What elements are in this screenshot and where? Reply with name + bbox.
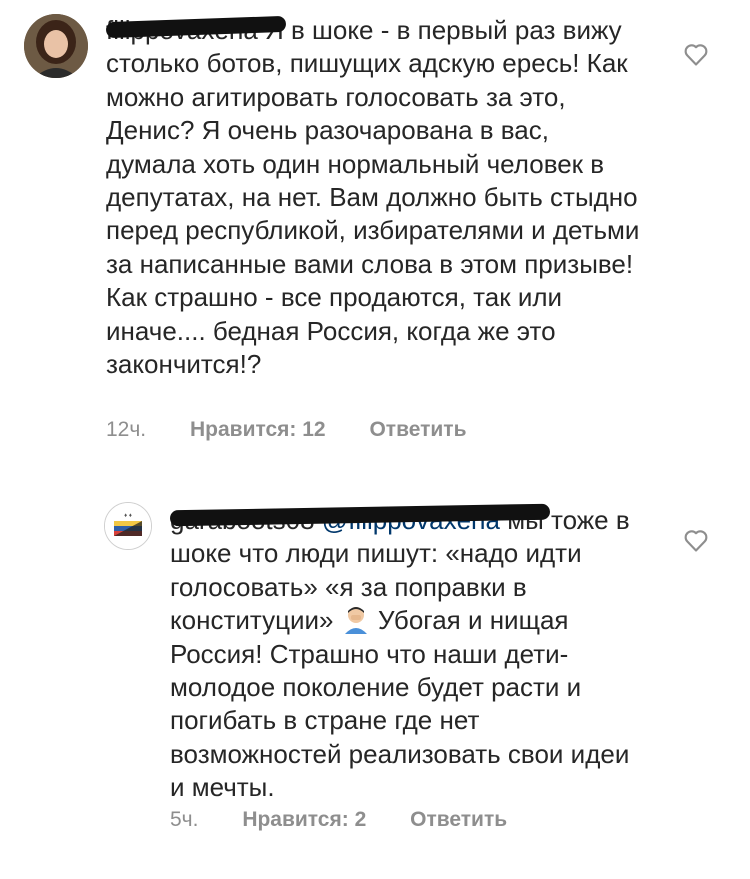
likes-count[interactable]: Нравится: 2 <box>242 808 366 831</box>
comment-body: garaboots08 @filippovaxena мы тоже в шок… <box>169 503 650 805</box>
username[interactable]: filippovaxena <box>105 15 287 45</box>
timestamp: 12ч. <box>106 418 147 441</box>
reply-button[interactable]: Ответить <box>410 808 507 831</box>
username[interactable]: garaboots08 <box>169 503 551 535</box>
timestamp: 5ч. <box>170 808 199 831</box>
heart-outline-icon[interactable] <box>682 40 710 68</box>
comment-text: Я в шоке - в первый раз вижу столько бот… <box>106 15 640 380</box>
heart-outline-icon[interactable] <box>682 526 710 554</box>
man-facepalming-emoji <box>344 607 367 635</box>
comment-body: filippovaxena Я в шоке - в первый раз ви… <box>105 14 641 381</box>
avatar[interactable] <box>24 14 88 78</box>
comment-meta: 5ч. Нравится: 2 Ответить <box>170 808 545 832</box>
comment-meta: 12ч. Нравится: 12 Ответить <box>106 418 505 442</box>
svg-text:♦ ♦: ♦ ♦ <box>124 513 132 519</box>
likes-count[interactable]: Нравится: 12 <box>190 418 326 441</box>
reply-button[interactable]: Ответить <box>369 418 466 441</box>
avatar[interactable]: ♦ ♦ <box>104 502 152 550</box>
